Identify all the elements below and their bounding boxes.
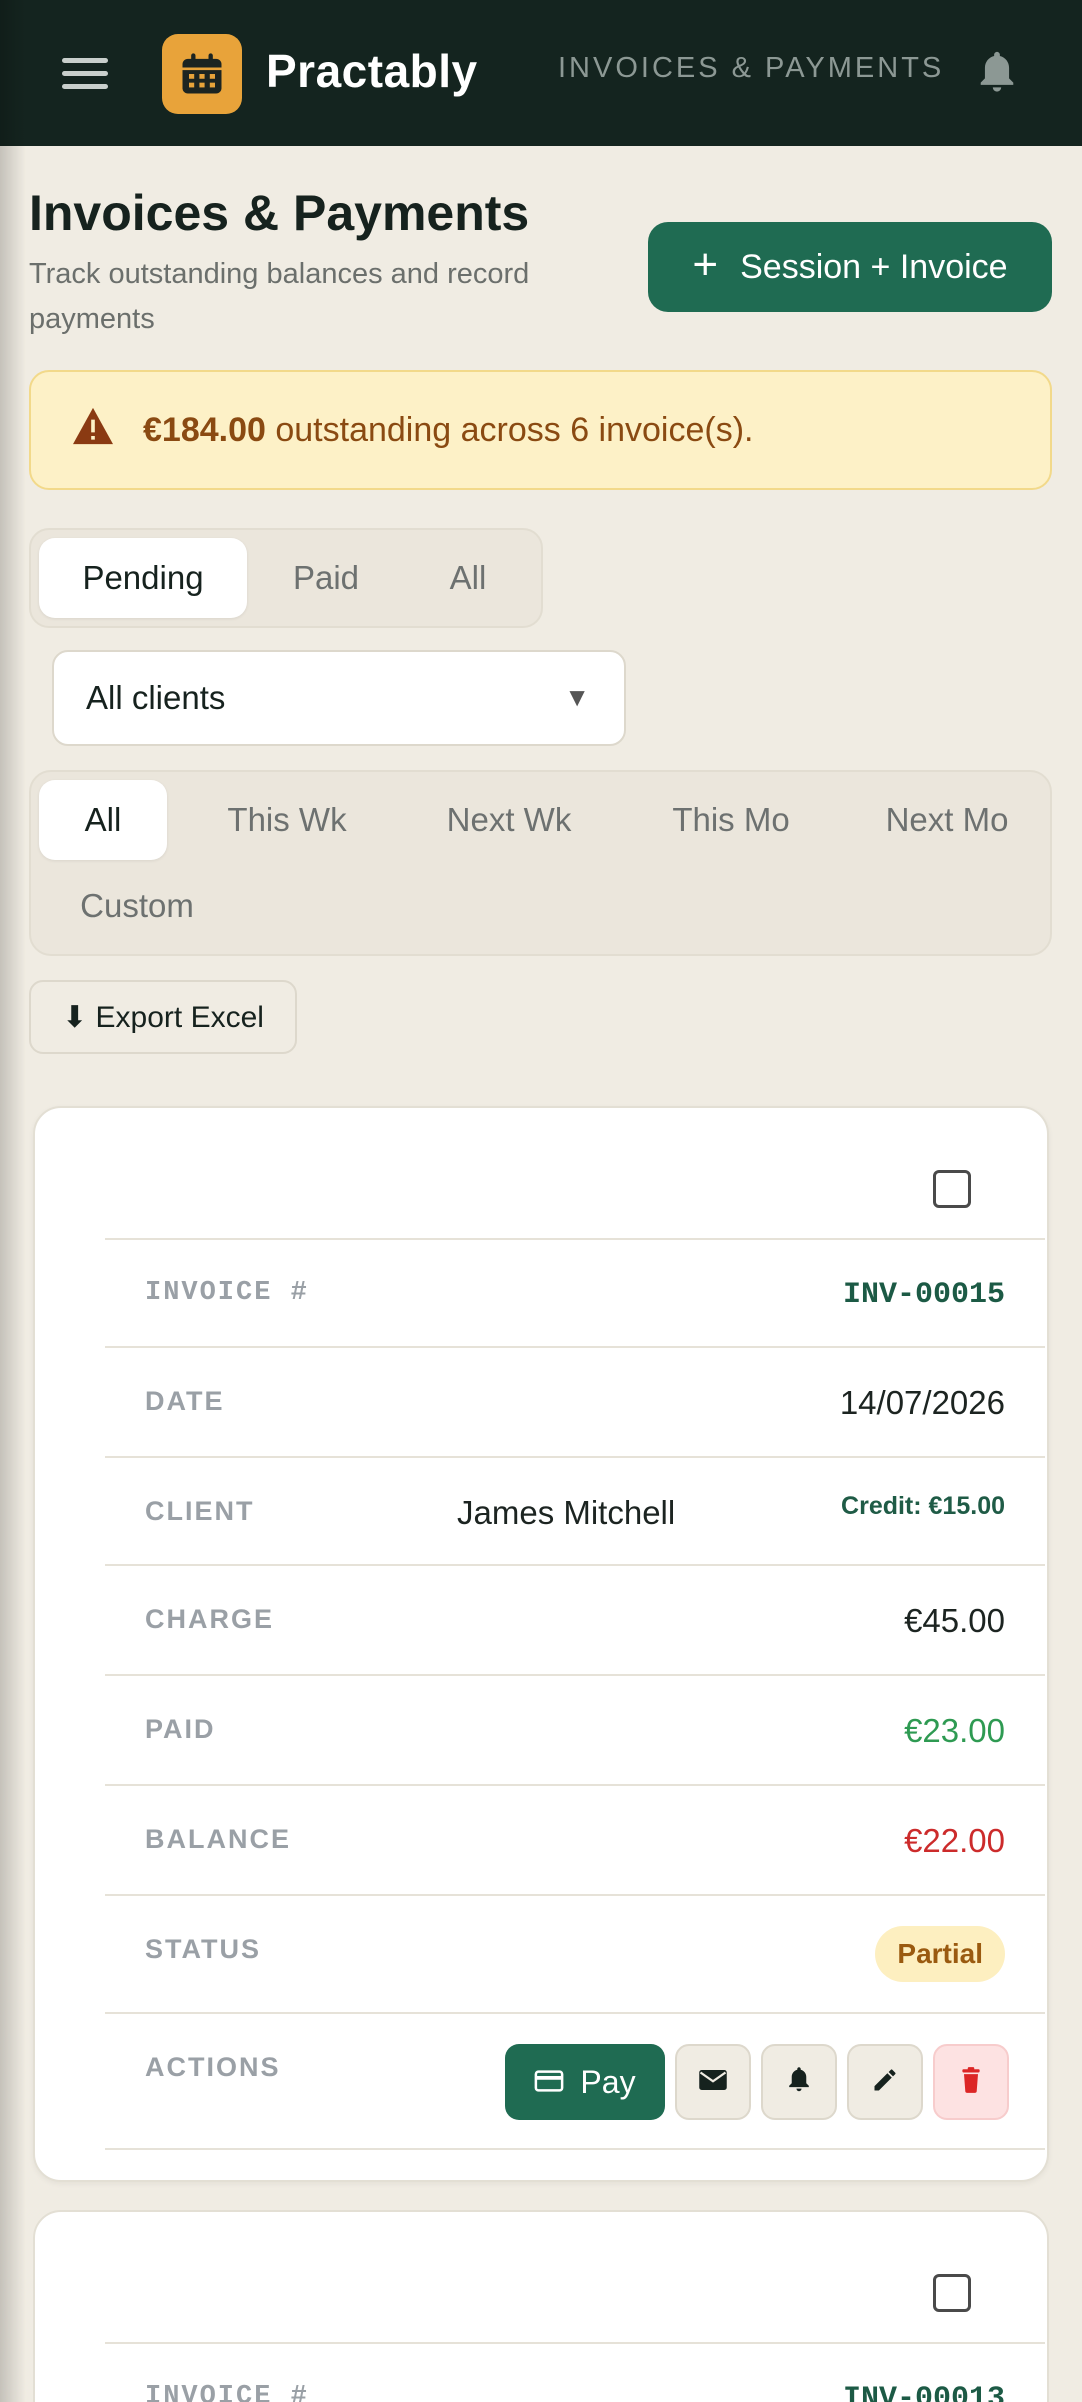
client-filter-select[interactable]: All clients ▼	[52, 650, 626, 746]
balance-amount: €22.00	[904, 1822, 1005, 1859]
email-invoice-button[interactable]	[675, 2044, 751, 2120]
row-paid: PAID €23.00	[105, 1674, 1045, 1784]
paid-amount: €23.00	[904, 1712, 1005, 1749]
range-next-week[interactable]: Next Wk	[421, 780, 597, 860]
invoice-select-checkbox[interactable]	[933, 2274, 971, 2312]
drawer-edge-shadow	[0, 0, 26, 2402]
client-credit: Credit: €15.00	[841, 1492, 1005, 1520]
range-all[interactable]: All	[39, 780, 167, 860]
top-app-bar: Practably INVOICES & PAYMENTS	[0, 0, 1082, 146]
session-invoice-button[interactable]: + Session + Invoice	[648, 222, 1052, 312]
row-balance: BALANCE €22.00	[105, 1784, 1045, 1894]
label-client: CLIENT	[145, 1496, 255, 1526]
label-status: STATUS	[145, 1934, 261, 1964]
pencil-icon	[871, 2066, 899, 2099]
brand-name[interactable]: Practably	[266, 44, 478, 98]
row-invoice-number: INVOICE # INV-00015	[105, 1238, 1045, 1346]
client-filter-value: All clients	[86, 679, 226, 716]
range-this-month[interactable]: This Mo	[643, 780, 819, 860]
bell-icon	[785, 2065, 813, 2100]
range-custom[interactable]: Custom	[49, 866, 225, 946]
invoice-select-checkbox[interactable]	[933, 1170, 971, 1208]
status-tabs: Pending Paid All	[29, 528, 543, 628]
nav-invoices-payments[interactable]: INVOICES & PAYMENTS	[558, 52, 944, 85]
credit-card-icon	[534, 2064, 564, 2101]
tab-pending[interactable]: Pending	[39, 538, 247, 618]
date-range-filters: All This Wk Next Wk This Mo Next Mo Cust…	[29, 770, 1052, 956]
export-excel-button[interactable]: ⬇ Export Excel	[29, 980, 297, 1054]
tab-paid[interactable]: Paid	[261, 538, 391, 618]
label-date: DATE	[145, 1386, 225, 1416]
status-badge: Partial	[875, 1926, 1005, 1982]
row-client: CLIENT James Mitchell Credit: €15.00	[105, 1456, 1045, 1564]
warning-icon	[71, 406, 115, 455]
outstanding-amount: €184.00	[143, 410, 266, 449]
menu-icon[interactable]	[62, 58, 108, 90]
session-invoice-label: Session + Invoice	[740, 247, 1008, 286]
row-invoice-number: INVOICE # INV-00013	[105, 2342, 1045, 2402]
row-actions: ACTIONS Pay	[105, 2012, 1045, 2150]
client-name[interactable]: James Mitchell	[457, 1494, 675, 1532]
reminder-button[interactable]	[761, 2044, 837, 2120]
trash-icon	[958, 2066, 984, 2099]
invoice-number: INV-00013	[842, 2382, 1005, 2402]
invoice-card: INVOICE # INV-00013	[33, 2210, 1049, 2402]
tab-all[interactable]: All	[403, 538, 533, 618]
pay-button[interactable]: Pay	[505, 2044, 665, 2120]
charge-amount: €45.00	[904, 1602, 1005, 1639]
notifications-bell-icon[interactable]	[974, 48, 1020, 98]
outstanding-alert: €184.00 outstanding across 6 invoice(s).	[29, 370, 1052, 490]
calendar-logo-icon	[162, 34, 242, 114]
outstanding-message: outstanding across 6 invoice(s).	[275, 410, 754, 449]
label-actions: ACTIONS	[145, 2052, 281, 2082]
invoice-number: INV-00015	[842, 1278, 1005, 1312]
page-subtitle: Track outstanding balances and record pa…	[29, 258, 530, 335]
dropdown-caret-icon: ▼	[564, 682, 590, 712]
plus-icon: +	[692, 240, 719, 289]
pay-label: Pay	[580, 2063, 636, 2100]
label-charge: CHARGE	[145, 1604, 275, 1634]
edit-invoice-button[interactable]	[847, 2044, 923, 2120]
row-status: STATUS Partial	[105, 1894, 1045, 2012]
row-date: DATE 14/07/2026	[105, 1346, 1045, 1456]
range-this-week[interactable]: This Wk	[199, 780, 375, 860]
invoice-card: INVOICE # INV-00015 DATE 14/07/2026 CLIE…	[33, 1106, 1049, 2182]
label-invoice-number: INVOICE #	[145, 2382, 309, 2402]
page-title: Invoices & Payments	[29, 185, 530, 241]
mail-icon	[698, 2068, 728, 2097]
invoice-date: 14/07/2026	[839, 1384, 1005, 1421]
label-invoice-number: INVOICE #	[145, 1278, 309, 1308]
range-next-month[interactable]: Next Mo	[859, 780, 1035, 860]
label-paid: PAID	[145, 1714, 216, 1744]
delete-invoice-button[interactable]	[933, 2044, 1009, 2120]
label-balance: BALANCE	[145, 1824, 291, 1854]
row-charge: CHARGE €45.00	[105, 1564, 1045, 1674]
